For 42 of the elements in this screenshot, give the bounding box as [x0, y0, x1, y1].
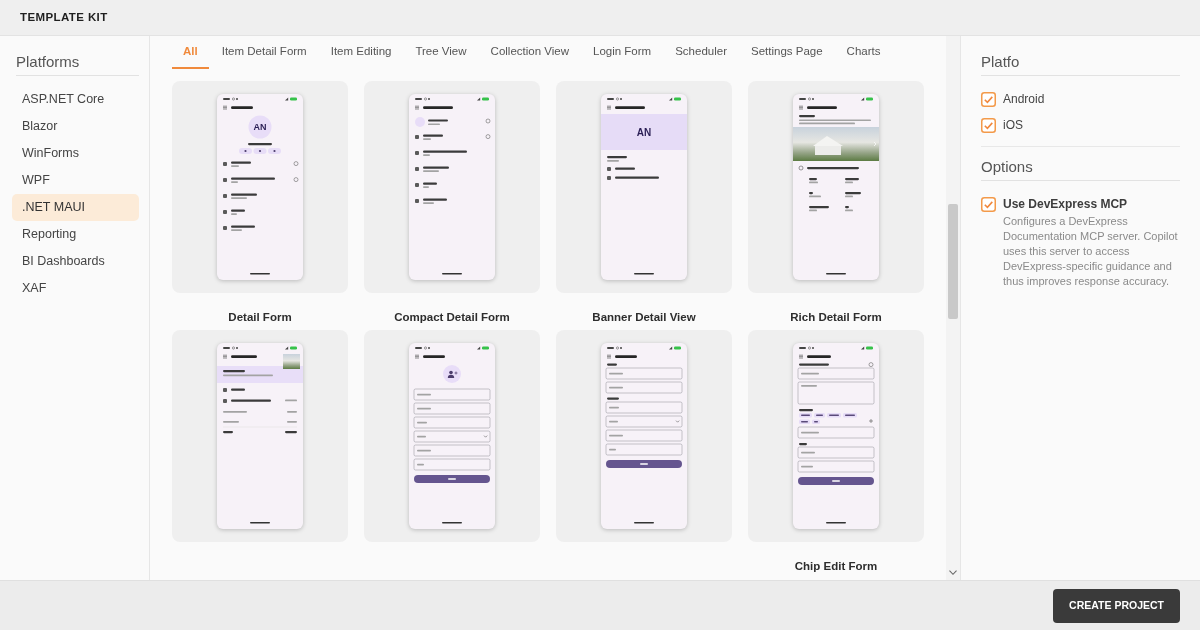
checkbox[interactable] — [981, 91, 996, 107]
template-card[interactable]: AN — [172, 81, 348, 293]
avatar-initials: AN — [636, 126, 652, 138]
scrollbar-thumb[interactable] — [948, 204, 958, 319]
option-label: Use DevExpress MCP — [1003, 197, 1128, 212]
template-name: Banner Detail View — [592, 311, 696, 323]
template-name: Chip Edit Form — [794, 560, 878, 572]
template-name: Detail Form — [228, 311, 292, 323]
sidebar-item[interactable]: Reporting — [12, 221, 139, 248]
checkbox-label: iOS — [1003, 117, 1023, 134]
option-description: Configures a DevExpress Documentation MCP server. Copilot uses this server to access DevExpress-specific guidance and thus improves response accuracy. — [1003, 214, 1179, 289]
template-card[interactable] — [556, 330, 732, 542]
tab[interactable]: Collection View — [479, 36, 580, 69]
create-project-button[interactable]: CREATE PROJECT — [1053, 588, 1180, 623]
template-card[interactable] — [748, 330, 924, 542]
template-name: Rich Detail Form — [790, 311, 882, 323]
sidebar-item[interactable]: WinForms — [12, 140, 139, 167]
tab[interactable]: Scheduler — [664, 36, 738, 69]
checkbox[interactable] — [981, 197, 996, 212]
sidebar-item[interactable]: ASP.NET Core — [12, 86, 139, 113]
tab[interactable]: Item Detail Form — [210, 36, 318, 69]
tab[interactable]: Charts — [835, 36, 892, 69]
sidebar-item[interactable]: Blazor — [12, 113, 139, 140]
tab[interactable]: Settings Page — [739, 36, 834, 69]
tab[interactable]: Login Form — [582, 36, 663, 69]
avatar-initials: AN — [253, 122, 267, 133]
scroll-down-icon[interactable] — [949, 570, 957, 575]
sidebar-item[interactable]: WPF — [12, 167, 139, 194]
template-card[interactable]: AN — [556, 81, 732, 293]
tab[interactable]: Item Editing — [319, 36, 403, 69]
checkbox-label: Android — [1003, 91, 1045, 108]
sidebar-item[interactable]: XAF — [12, 275, 139, 302]
template-card[interactable] — [748, 81, 924, 293]
tab[interactable]: Tree View — [404, 36, 478, 69]
sidebar-item[interactable]: BI Dashboards — [12, 248, 139, 275]
template-name: Compact Detail Form — [394, 311, 510, 323]
app-title: TEMPLATE KIT — [20, 9, 108, 25]
sidebar-item[interactable]: .NET MAUI — [12, 194, 139, 221]
section-heading: Platfo — [981, 52, 1180, 76]
section-heading: Options — [981, 157, 1180, 181]
section-heading: Platforms — [16, 52, 139, 76]
checkbox[interactable] — [981, 117, 996, 133]
